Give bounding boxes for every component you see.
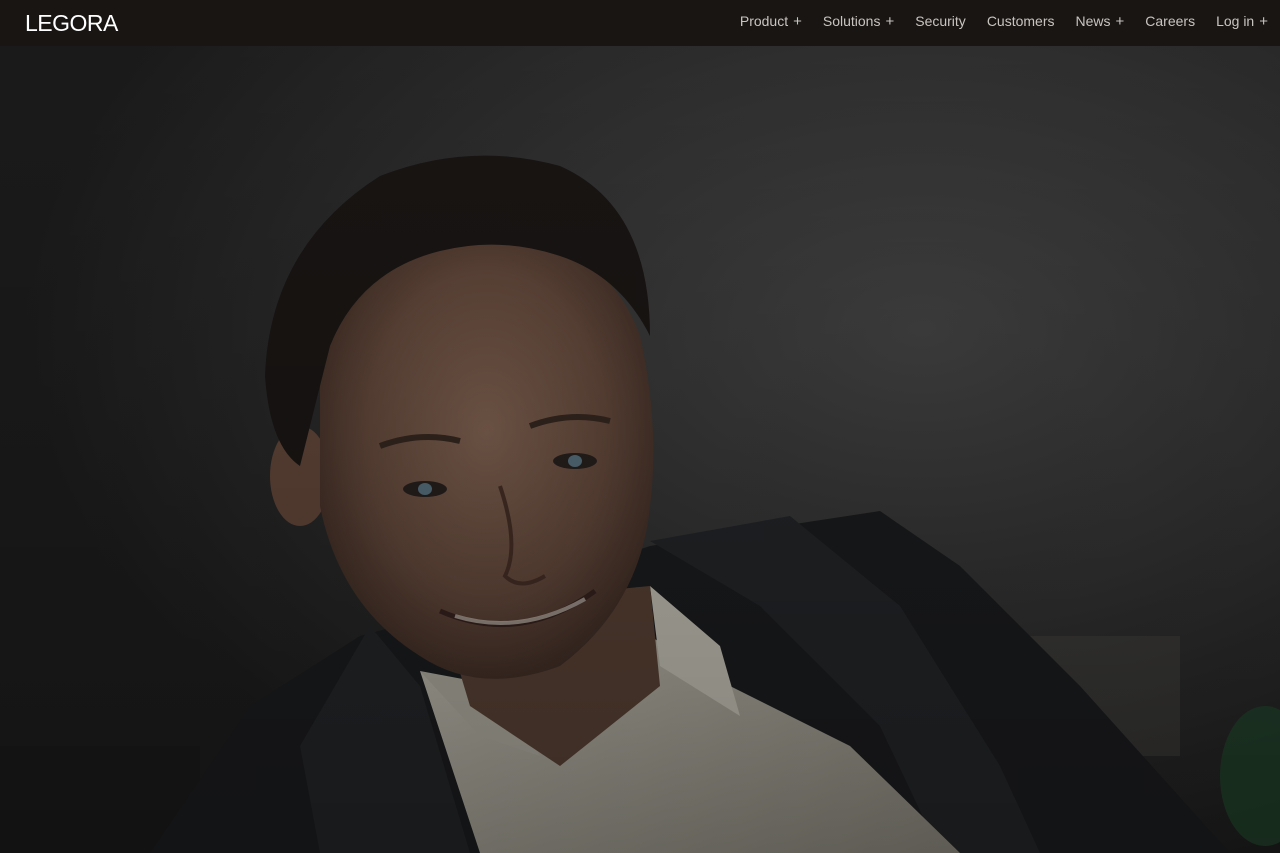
nav-item-label: Solutions <box>822 13 881 29</box>
nav-item-label: Customers <box>986 13 1055 29</box>
hero-section <box>0 46 1280 853</box>
nav-item-news[interactable]: News + <box>1076 13 1125 30</box>
main-nav: Product + Solutions + Security Customers… <box>719 0 1268 42</box>
plus-icon: + <box>1259 12 1268 30</box>
nav-item-careers[interactable]: Careers <box>1145 13 1195 29</box>
nav-item-label: Product <box>739 13 789 29</box>
plus-icon: + <box>885 12 895 30</box>
nav-item-customers[interactable]: Customers <box>987 13 1055 29</box>
nav-item-solutions[interactable]: Solutions + <box>823 13 894 30</box>
hero-portrait-image <box>0 46 1280 853</box>
page: LEGORA Product + Solutions + Security Cu… <box>0 0 1280 853</box>
nav-item-login[interactable]: Log in + <box>1216 13 1268 30</box>
nav-item-security[interactable]: Security <box>915 13 966 29</box>
legora-logo[interactable]: LEGORA <box>25 9 118 37</box>
nav-item-label: Careers <box>1145 13 1196 29</box>
nav-item-label: Log in <box>1216 13 1255 29</box>
nav-item-label: News <box>1075 13 1111 29</box>
plus-icon: + <box>1115 12 1125 30</box>
top-navbar: LEGORA Product + Solutions + Security Cu… <box>0 0 1280 46</box>
nav-item-product[interactable]: Product + <box>740 13 802 30</box>
plus-icon: + <box>793 12 802 30</box>
nav-item-label: Security <box>915 13 966 29</box>
